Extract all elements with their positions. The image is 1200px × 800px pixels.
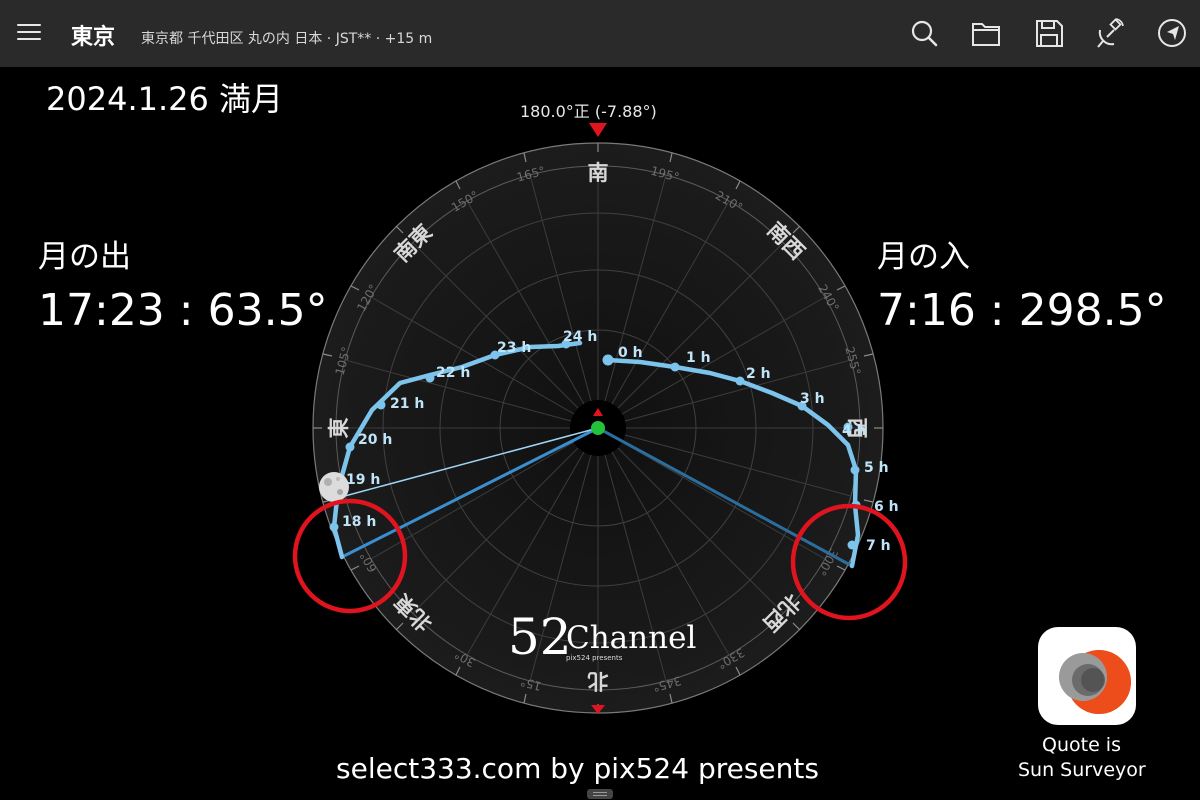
hour-dot[interactable]: [670, 362, 680, 372]
hour-label: 5 h: [864, 460, 889, 476]
hour-label: 1 h: [686, 350, 711, 366]
bottom-drag-handle[interactable]: [587, 789, 613, 799]
heading-marker-top: [589, 123, 607, 137]
hour-label: 3 h: [800, 391, 825, 407]
sun-surveyor-app-icon: [1038, 627, 1136, 725]
hour-dot[interactable]: [345, 442, 355, 452]
hour-label: 7 h: [866, 538, 891, 554]
direction-east: 東: [327, 418, 351, 439]
hour-dot[interactable]: [847, 540, 857, 550]
app-logo-icon: [1059, 650, 1131, 714]
footer-credit: select333.com by pix524 presents: [336, 752, 819, 785]
hour-label: 20 h: [358, 432, 392, 448]
moon-marker[interactable]: [319, 472, 349, 502]
logo-word: Channel: [566, 620, 697, 656]
hour-label: 18 h: [342, 514, 376, 530]
hour-label: 19 h: [346, 472, 380, 488]
hour-dot[interactable]: [602, 354, 614, 366]
logo-tagline: pix524 presents: [566, 654, 623, 662]
hour-dot[interactable]: [735, 376, 745, 386]
hour-dot[interactable]: [850, 465, 860, 475]
hour-label: 22 h: [436, 365, 470, 381]
hour-label: 21 h: [390, 396, 424, 412]
quote-line-1: Quote is: [1042, 734, 1121, 756]
logo-number: 52: [508, 608, 572, 666]
hour-dot[interactable]: [329, 522, 339, 532]
quote-line-2: Sun Surveyor: [1018, 759, 1146, 781]
observer-location-pin[interactable]: [591, 421, 605, 435]
hour-dot[interactable]: [376, 400, 386, 410]
direction-south: 南: [588, 161, 609, 185]
compass-map[interactable]: 165° 195° 210° 240° 255° 150° 120° 105° …: [0, 0, 1200, 800]
hour-label: 4 h: [842, 423, 867, 439]
hour-label: 0 h: [618, 345, 643, 361]
direction-north: 北: [588, 669, 609, 693]
hour-label: 23 h: [497, 340, 531, 356]
hour-label: 2 h: [746, 366, 771, 382]
hour-label: 24 h: [563, 329, 597, 345]
hour-dot[interactable]: [425, 373, 435, 383]
